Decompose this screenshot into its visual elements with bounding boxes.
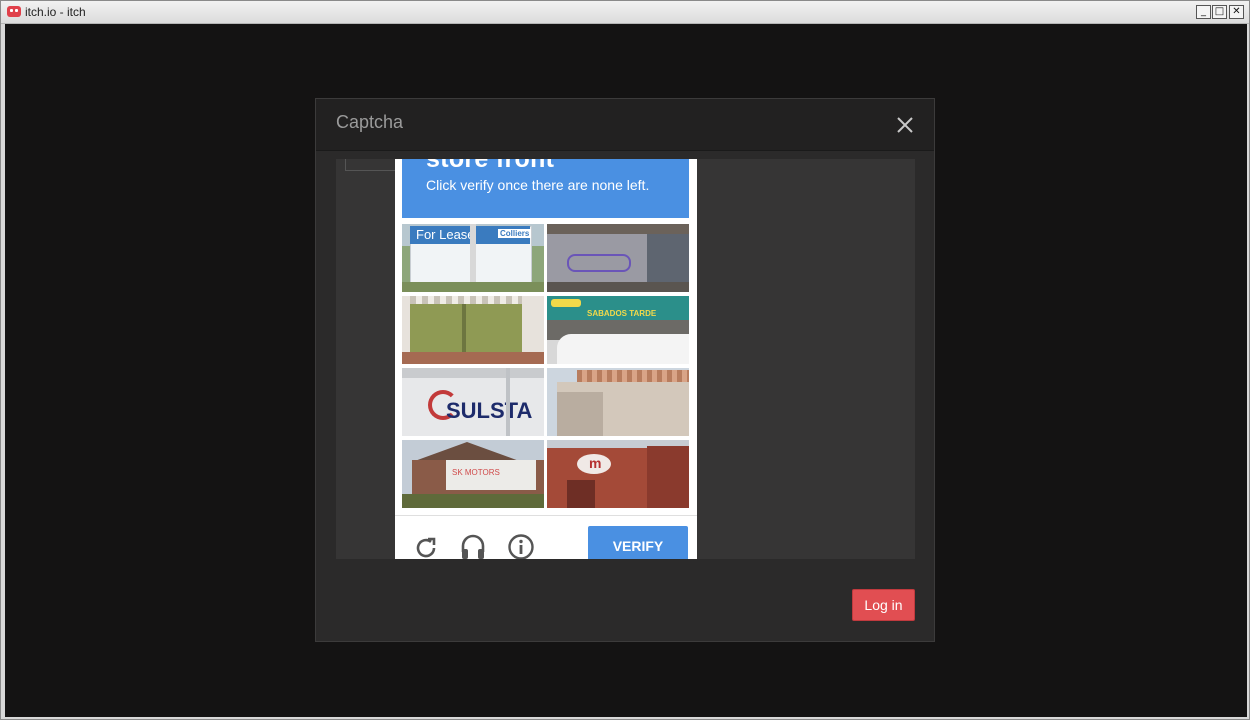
recaptcha-widget: store front Click verify once there are … <box>395 159 697 559</box>
captcha-tile[interactable]: SULSTA <box>402 368 544 436</box>
modal-header: Captcha <box>316 99 934 151</box>
verify-button[interactable]: VERIFY <box>588 526 688 559</box>
captcha-image-grid: For Lease Colliers SABADOS TARDE SULSTA … <box>402 224 689 510</box>
maximize-button[interactable]: □ <box>1212 5 1227 19</box>
headphones-icon[interactable] <box>459 532 487 559</box>
captcha-modal: Captcha store front Click verify once th… <box>315 98 935 642</box>
captcha-footer: VERIFY <box>395 515 697 559</box>
tile-sign-text: For Lease <box>416 227 475 242</box>
close-icon[interactable] <box>894 114 916 136</box>
captcha-banner: store front Click verify once there are … <box>402 159 689 218</box>
login-button[interactable]: Log in <box>852 589 915 621</box>
tile-sign-text: SULSTA <box>446 398 533 423</box>
reload-icon[interactable] <box>412 534 440 559</box>
tile-sign-text: m <box>589 455 602 471</box>
modal-title: Captcha <box>336 112 404 132</box>
window-close-button[interactable]: ✕ <box>1229 5 1244 19</box>
minimize-button[interactable]: _ <box>1196 5 1211 19</box>
captcha-tile[interactable]: SK MOTORS <box>402 440 544 508</box>
info-icon[interactable] <box>507 533 535 559</box>
itch-logo-icon <box>7 6 21 17</box>
captcha-tile[interactable] <box>547 368 689 436</box>
tile-sign-subtext: Colliers <box>498 229 532 238</box>
captcha-tile[interactable] <box>402 296 544 364</box>
captcha-tile[interactable]: For Lease Colliers <box>402 224 544 292</box>
captcha-tile[interactable]: m <box>547 440 689 508</box>
window-titlebar[interactable]: itch.io - itch _ □ ✕ <box>1 1 1249 24</box>
frame-divider <box>345 159 396 171</box>
tile-sign-text: SK MOTORS <box>452 468 500 477</box>
captcha-tile[interactable] <box>547 224 689 292</box>
captcha-instruction: Click verify once there are none left. <box>426 177 650 193</box>
captcha-tile[interactable]: SABADOS TARDE <box>547 296 689 364</box>
window-title: itch.io - itch <box>25 5 86 19</box>
captcha-heading: store front <box>426 159 555 173</box>
tile-sign-text: SABADOS TARDE <box>587 309 657 318</box>
captcha-frame: store front Click verify once there are … <box>336 159 915 559</box>
